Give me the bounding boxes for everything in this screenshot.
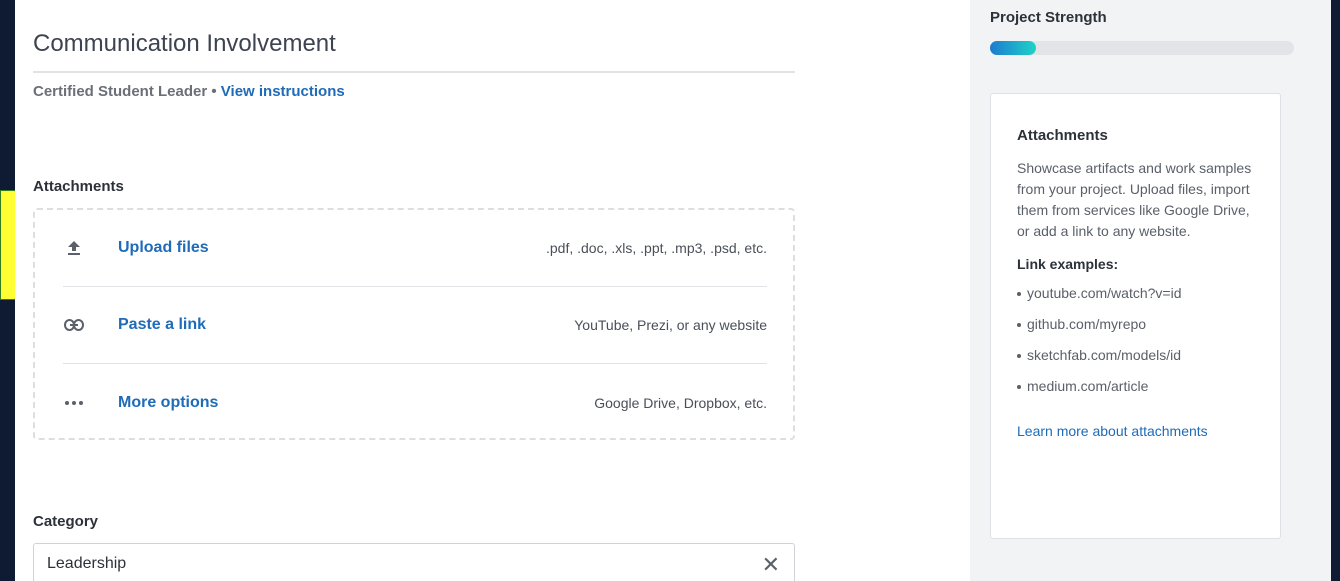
subline-separator: • bbox=[207, 83, 221, 100]
link-example-item: github.com/myrepo bbox=[1017, 309, 1254, 340]
category-heading: Category bbox=[33, 513, 99, 530]
paste-link-hint: YouTube, Prezi, or any website bbox=[574, 317, 767, 333]
link-example-item: sketchfab.com/models/id bbox=[1017, 340, 1254, 371]
link-icon bbox=[63, 314, 85, 336]
more-icon bbox=[63, 392, 85, 414]
more-options-hint: Google Drive, Dropbox, etc. bbox=[594, 394, 767, 411]
close-icon[interactable]: ✕ bbox=[762, 552, 780, 578]
more-options-button[interactable]: More options bbox=[118, 394, 218, 412]
link-examples-list: youtube.com/watch?v=id github.com/myrepo… bbox=[1017, 278, 1254, 402]
link-example-item: medium.com/article bbox=[1017, 371, 1254, 402]
link-example-item: youtube.com/watch?v=id bbox=[1017, 278, 1254, 309]
info-card-description: Showcase artifacts and work samples from… bbox=[1017, 160, 1252, 239]
link-examples-heading: Link examples: bbox=[1017, 256, 1119, 272]
project-strength-bar bbox=[990, 41, 1294, 55]
info-card-title: Attachments bbox=[1017, 127, 1108, 144]
attachments-heading: Attachments bbox=[33, 178, 124, 195]
category-value: Leadership bbox=[47, 555, 127, 572]
project-strength-label: Project Strength bbox=[990, 9, 1107, 26]
project-subline: Certified Student Leader • View instruct… bbox=[33, 83, 345, 100]
page-title: Communication Involvement bbox=[33, 30, 336, 57]
upload-files-hint: .pdf, .doc, .xls, .ppt, .mp3, .psd, etc. bbox=[546, 240, 767, 256]
more-options-row[interactable]: More options Google Drive, Dropbox, etc. bbox=[63, 364, 767, 441]
upload-files-button[interactable]: Upload files bbox=[118, 239, 209, 257]
upload-files-row[interactable]: Upload files .pdf, .doc, .xls, .ppt, .mp… bbox=[63, 210, 767, 287]
title-divider bbox=[33, 71, 795, 73]
attachments-info-card: Attachments Showcase artifacts and work … bbox=[990, 93, 1281, 539]
paste-link-button[interactable]: Paste a link bbox=[118, 316, 206, 334]
role-label: Certified Student Leader bbox=[33, 83, 208, 100]
attachments-dropzone[interactable]: Upload files .pdf, .doc, .xls, .ppt, .mp… bbox=[33, 208, 795, 440]
upload-icon bbox=[63, 237, 85, 259]
category-field[interactable]: Leadership ✕ bbox=[33, 543, 795, 581]
view-instructions-link[interactable]: View instructions bbox=[221, 83, 345, 100]
learn-more-attachments-link[interactable]: Learn more about attachments bbox=[1017, 423, 1254, 439]
paste-link-row[interactable]: Paste a link YouTube, Prezi, or any webs… bbox=[63, 287, 767, 364]
project-strength-fill bbox=[990, 41, 1036, 55]
